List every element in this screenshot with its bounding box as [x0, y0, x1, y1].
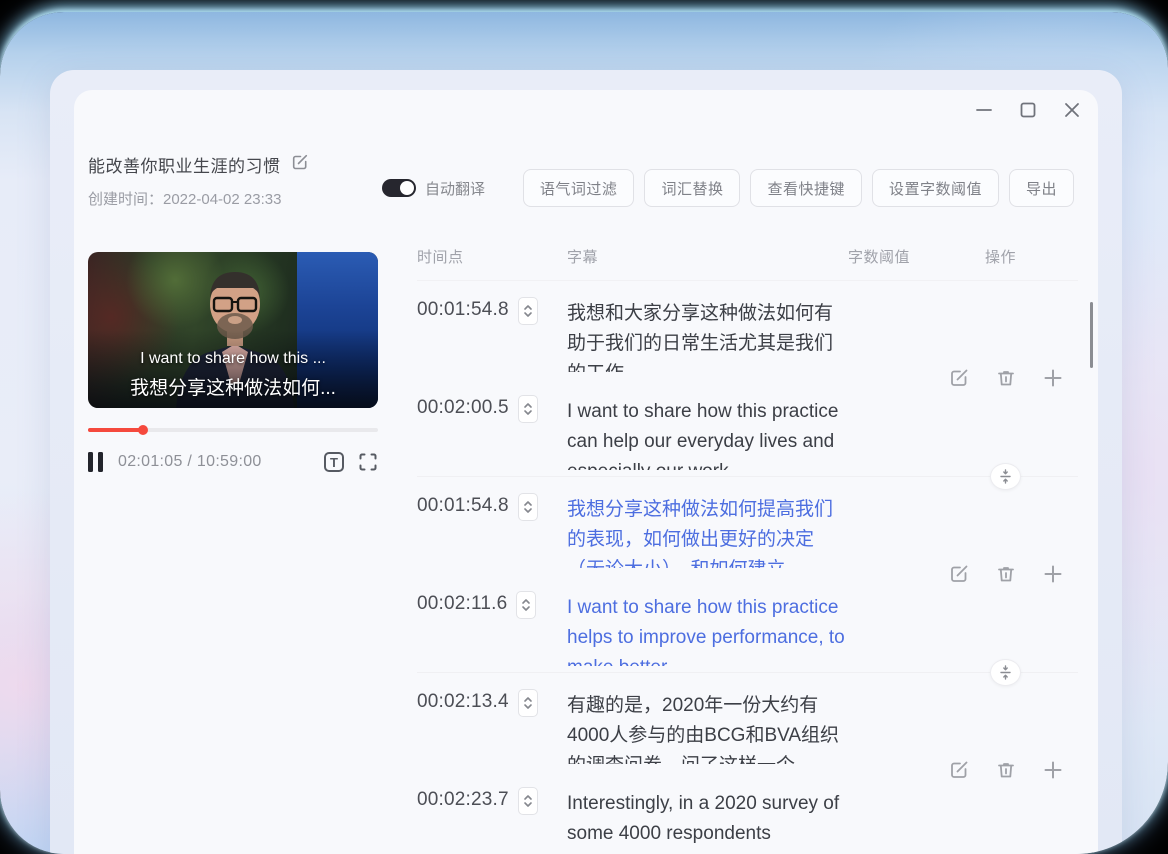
subtitle-text[interactable]: 有趣的是，2020年一份大约有4000人参与的由BCG和BVA组织的调查问卷，问…	[567, 691, 851, 764]
project-title: 能改善你职业生涯的习惯	[88, 152, 281, 177]
view-shortcuts-button[interactable]: 查看快捷键	[750, 169, 862, 207]
progress-fill	[88, 428, 143, 432]
timestamp: 00:02:23.7	[417, 789, 509, 811]
player-panel: I want to share how this ... 我想分享这种做法如何.…	[88, 252, 378, 475]
edit-subtitle-icon[interactable]	[948, 367, 970, 389]
timestamp: 00:02:00.5	[417, 397, 509, 419]
edit-subtitle-icon[interactable]	[948, 759, 970, 781]
filler-word-filter-button[interactable]: 语气词过滤	[523, 169, 635, 207]
toggle-knob	[400, 181, 414, 195]
time-stepper[interactable]	[518, 787, 538, 815]
progress-knob[interactable]	[138, 425, 148, 435]
add-subtitle-icon[interactable]	[1042, 367, 1064, 389]
subtitle-row[interactable]: 00:01:54.8 我想和大家分享这种做法如何有助于我们的日常生活尤其是我们的…	[417, 281, 1078, 379]
subtitle-pair-block: 00:02:13.4 有趣的是，2020年一份大约有4000人参与的由BCG和B…	[417, 673, 1078, 854]
timestamp: 00:01:54.8	[417, 495, 509, 517]
time-stepper[interactable]	[516, 591, 536, 619]
subtitle-row[interactable]: 00:01:54.8 我想分享这种做法如何提高我们的表现，如何做出更好的决定（无…	[417, 477, 1078, 575]
set-char-limit-button[interactable]: 设置字数阈值	[872, 169, 999, 207]
subtitle-row[interactable]: 00:02:13.4 有趣的是，2020年一份大约有4000人参与的由BCG和B…	[417, 673, 1078, 771]
maximize-button[interactable]	[1018, 100, 1038, 120]
subtitle-pair-block: 00:01:54.8 我想和大家分享这种做法如何有助于我们的日常生活尤其是我们的…	[417, 281, 1078, 477]
seek-bar[interactable]	[88, 428, 378, 432]
merge-rows-button[interactable]	[990, 659, 1021, 686]
time-stepper[interactable]	[518, 297, 538, 325]
app-card: 能改善你职业生涯的习惯 创建时间：2022-04-02 23:33 自动翻译 语…	[74, 90, 1098, 854]
created-time: 创建时间：2022-04-02 23:33	[88, 188, 309, 209]
subtitle-text[interactable]: Interestingly, in a 2020 survey of some …	[567, 789, 851, 854]
timestamp: 00:01:54.8	[417, 299, 509, 321]
subtitle-text[interactable]: I want to share how this practice helps …	[567, 593, 851, 666]
fullscreen-icon[interactable]	[358, 452, 378, 472]
col-time: 时间点	[417, 246, 567, 267]
subtitle-table: 时间点 字幕 字数阈值 操作 00:01:54.8	[417, 242, 1078, 854]
add-subtitle-icon[interactable]	[1042, 759, 1064, 781]
time-stepper[interactable]	[518, 395, 538, 423]
timestamp: 00:02:11.6	[417, 593, 507, 615]
col-operations: 操作	[985, 246, 1078, 267]
add-subtitle-icon[interactable]	[1042, 563, 1064, 585]
close-button[interactable]	[1062, 100, 1082, 120]
video-captions: I want to share how this ... 我想分享这种做法如何.…	[88, 350, 378, 400]
auto-translate-toggle[interactable]	[382, 179, 416, 197]
time-stepper[interactable]	[518, 689, 538, 717]
delete-subtitle-icon[interactable]	[995, 563, 1017, 585]
video-preview[interactable]: I want to share how this ... 我想分享这种做法如何.…	[88, 252, 378, 408]
app-window: 能改善你职业生涯的习惯 创建时间：2022-04-02 23:33 自动翻译 语…	[50, 70, 1122, 854]
table-scrollbar[interactable]	[1090, 302, 1093, 368]
minimize-button[interactable]	[974, 100, 994, 120]
subtitle-row[interactable]: 00:02:00.5 I want to share how this prac…	[417, 379, 1078, 477]
timestamp: 00:02:13.4	[417, 691, 509, 713]
delete-subtitle-icon[interactable]	[995, 367, 1017, 389]
col-subtitle: 字幕	[567, 246, 848, 267]
playback-time: 02:01:05 / 10:59:00	[118, 453, 262, 471]
pause-button[interactable]	[88, 452, 103, 472]
caption-en: I want to share how this ...	[88, 350, 378, 368]
subtitle-row[interactable]: 00:02:23.7 Interestingly, in a 2020 surv…	[417, 771, 1078, 854]
delete-subtitle-icon[interactable]	[995, 759, 1017, 781]
export-button[interactable]: 导出	[1009, 169, 1074, 207]
word-replace-button[interactable]: 词汇替换	[644, 169, 740, 207]
subtitle-display-icon[interactable]: T	[324, 452, 344, 472]
col-char-limit: 字数阈值	[848, 246, 985, 267]
rename-icon[interactable]	[291, 153, 309, 176]
subtitle-text[interactable]: 我想和大家分享这种做法如何有助于我们的日常生活尤其是我们的工作	[567, 299, 851, 372]
auto-translate-label: 自动翻译	[425, 178, 485, 199]
toolbar-buttons: 语气词过滤 词汇替换 查看快捷键 设置字数阈值 导出	[523, 169, 1074, 207]
time-stepper[interactable]	[518, 493, 538, 521]
window-controls	[974, 100, 1082, 120]
subtitle-text[interactable]: I want to share how this practice can he…	[567, 397, 851, 470]
merge-rows-button[interactable]	[990, 463, 1021, 490]
subtitle-text[interactable]: 我想分享这种做法如何提高我们的表现，如何做出更好的决定（无论大小），和如何建立	[567, 495, 851, 568]
desktop-wallpaper: 能改善你职业生涯的习惯 创建时间：2022-04-02 23:33 自动翻译 语…	[0, 12, 1168, 854]
edit-subtitle-icon[interactable]	[948, 563, 970, 585]
table-header: 时间点 字幕 字数阈值 操作	[417, 242, 1078, 270]
subtitle-pair-block: 00:01:54.8 我想分享这种做法如何提高我们的表现，如何做出更好的决定（无…	[417, 477, 1078, 673]
caption-zh: 我想分享这种做法如何...	[88, 373, 378, 400]
subtitle-row[interactable]: 00:02:11.6 I want to share how this prac…	[417, 575, 1078, 673]
